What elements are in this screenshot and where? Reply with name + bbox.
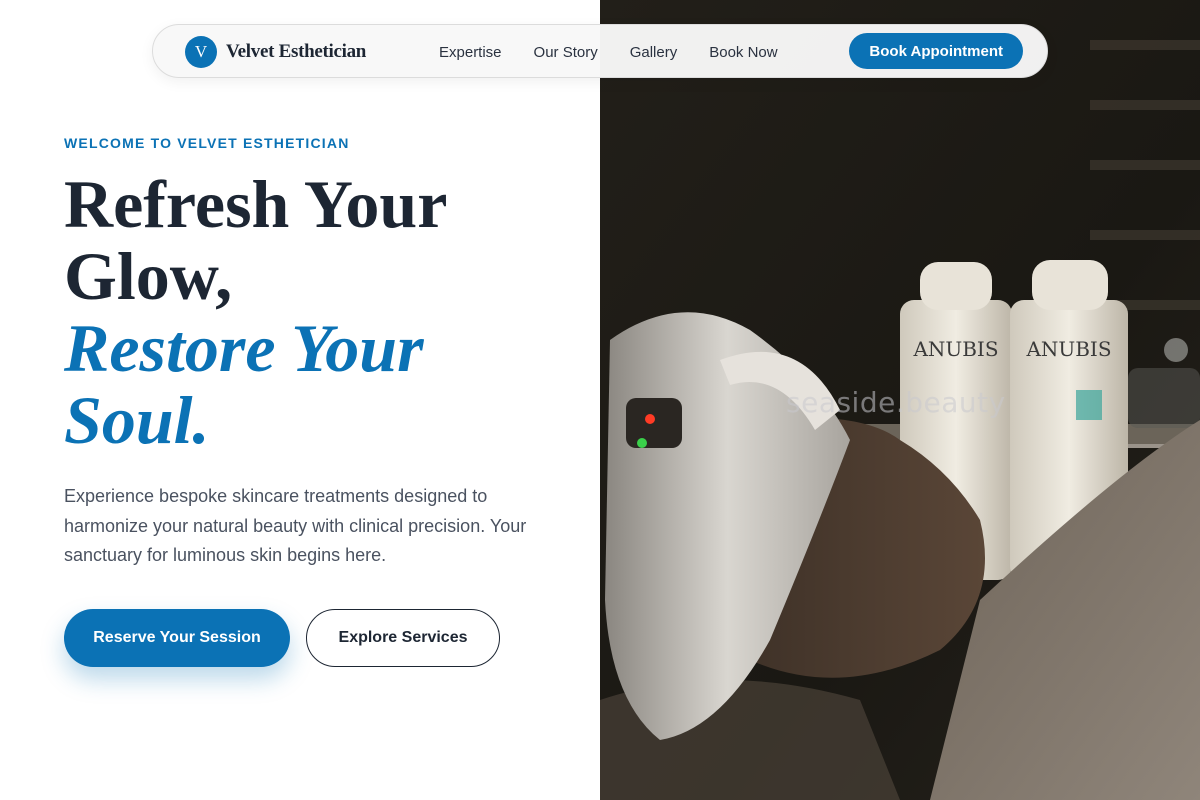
explore-services-button[interactable]: Explore Services: [306, 609, 500, 667]
nav-link-expertise[interactable]: Expertise: [439, 44, 502, 61]
nav-link-gallery[interactable]: Gallery: [630, 44, 678, 61]
headline-accent-line-2: Soul.: [64, 382, 210, 458]
brand-logo[interactable]: V Velvet Esthetician: [185, 36, 366, 68]
hero-photo: ANUBIS ANUBIS seaside.beauty: [600, 0, 1200, 800]
nav-links: Expertise Our Story Gallery Book Now: [439, 25, 810, 79]
nav-link-book-now[interactable]: Book Now: [709, 44, 777, 61]
brand-name: Velvet Esthetician: [226, 41, 367, 62]
hero-headline: Refresh Your Glow, Restore Your Soul.: [64, 168, 584, 456]
svg-text:ANUBIS: ANUBIS: [912, 337, 998, 361]
hero-description: Experience bespoke skincare treatments d…: [64, 486, 527, 565]
headline-line-2: Glow,: [64, 238, 233, 314]
hero-eyebrow: WELCOME TO VELVET ESTHETICIAN: [64, 135, 350, 151]
headline-line-1: Refresh Your: [64, 166, 448, 242]
watermark-text: seaside.beauty: [786, 386, 1006, 419]
svg-text:ANUBIS: ANUBIS: [1025, 337, 1111, 361]
book-appointment-button[interactable]: Book Appointment: [849, 33, 1023, 69]
reserve-session-button[interactable]: Reserve Your Session: [64, 609, 290, 667]
headline-accent-line-1: Restore Your: [64, 310, 424, 386]
brand-monogram-icon: V: [185, 36, 217, 68]
top-navbar: V Velvet Esthetician Expertise Our Story…: [152, 24, 1048, 78]
nav-link-our-story[interactable]: Our Story: [534, 44, 598, 61]
